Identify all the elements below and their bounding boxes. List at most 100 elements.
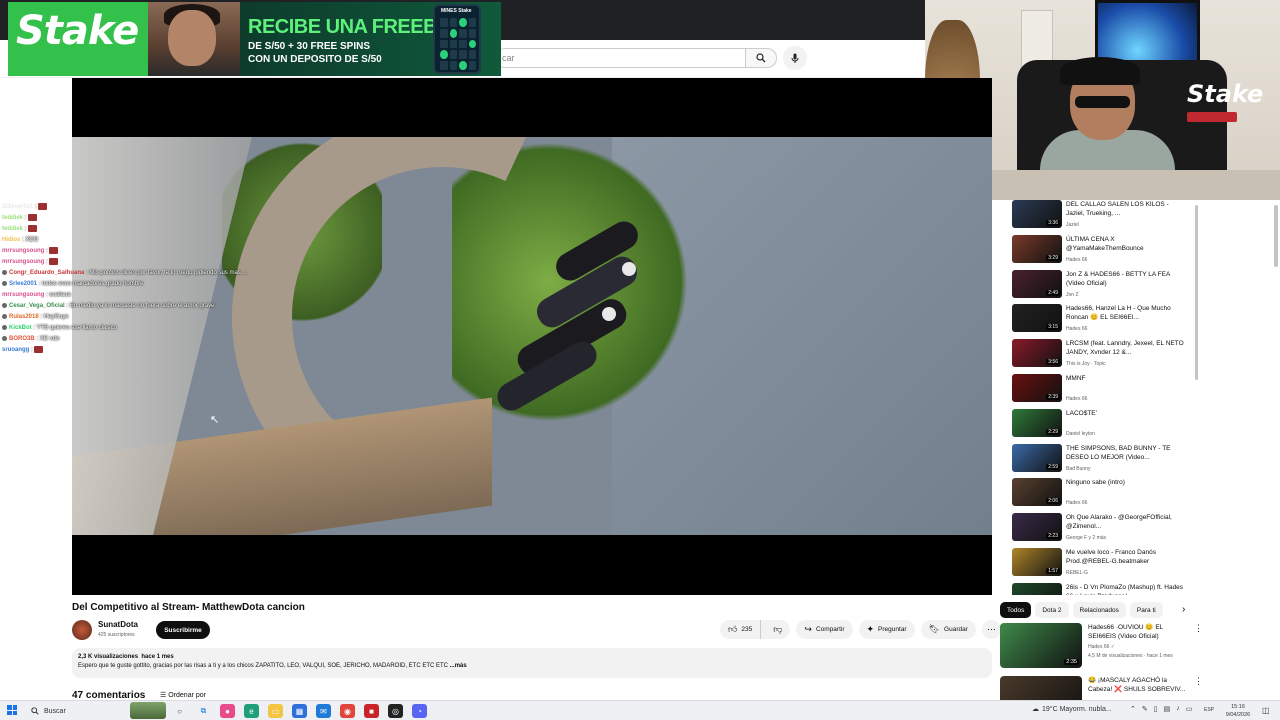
filter-chip[interactable]: Relacionados (1072, 602, 1126, 618)
recommended-channel[interactable]: Daniel leyton (1066, 431, 1095, 437)
chevron-up-icon[interactable]: ⌃ (1130, 705, 1136, 713)
recommended-video[interactable]: 2:29 LACO$TE' Daniel leyton (1012, 408, 1197, 441)
recommended-title[interactable]: MMNF (1066, 374, 1184, 383)
recommended-video[interactable]: 1:57 Me vuelve loco - Franco Danós Prod.@… (1012, 548, 1197, 580)
clock[interactable]: 15:16 9/04/2026 (1220, 703, 1256, 719)
language-indicator[interactable]: ESP (1204, 707, 1214, 713)
widgets-button[interactable] (130, 702, 166, 719)
video-thumbnail[interactable]: 2:59 (1012, 443, 1062, 472)
recommended-title[interactable]: ÚLTIMA CENA X @YamaMakeThemBounce (1066, 235, 1184, 253)
show-more-link[interactable]: ...más (450, 663, 467, 669)
recommended-video[interactable]: 3:56 LRCSM (feat. Lanndry, Jexeel, EL NET… (1012, 339, 1197, 371)
chevron-right-icon[interactable]: › (1182, 604, 1185, 615)
recommended-channel[interactable]: Bad Bunny (1066, 466, 1090, 472)
recommended-video[interactable]: 2:35 Hades66 ·OUVIOU 😊 EL SEI66EIS (Video… (1000, 623, 1203, 668)
recommended-title[interactable]: Jon Z & HADES66 - BETTY LA FEA (Video Of… (1066, 270, 1184, 288)
recommended-video[interactable]: 3:29 ÚLTIMA CENA X @YamaMakeThemBounce Had… (1012, 234, 1197, 267)
recommended-video[interactable]: 3:15 Hades66, Hanzel La H - Que Mucho Ron… (1012, 304, 1197, 336)
video-thumbnail[interactable]: 3:15 (1012, 304, 1062, 333)
video-thumbnail[interactable]: 3:29 (1012, 234, 1062, 263)
recommended-channel[interactable]: Hades 66 (1066, 257, 1087, 263)
volume-icon[interactable]: ♪ (1176, 705, 1180, 713)
recommended-video[interactable]: 2:39 MMNF Hades 66 (1012, 374, 1197, 406)
ask-button[interactable]: ✦ Preguntar (858, 620, 915, 639)
avatar[interactable] (72, 620, 92, 640)
video-thumbnail[interactable] (1012, 582, 1062, 595)
filter-chip[interactable]: Todos (1000, 602, 1032, 618)
recommended-channel[interactable]: Jon Z (1066, 292, 1079, 298)
search-input[interactable]: car (495, 48, 745, 68)
video-thumbnail[interactable]: 2:35 (1000, 623, 1082, 668)
recommended-video[interactable]: 26is - D Vn PlomaZo (Mashup) ft. Hades 6… (1012, 582, 1197, 595)
video-thumbnail[interactable]: 2:49 (1012, 269, 1062, 298)
task-view-icon[interactable]: ○ (172, 704, 187, 718)
recommended-channel[interactable]: Jaziel (1066, 222, 1079, 228)
save-button[interactable]: 🔖︎ Guardar (920, 620, 976, 639)
recommended-title[interactable]: LRCSM (feat. Lanndry, Jexeel, EL NETO JA… (1066, 339, 1184, 357)
video-thumbnail[interactable]: 2:06 (1012, 478, 1062, 507)
recorder-icon[interactable]: ■ (364, 704, 379, 718)
video-thumbnail[interactable]: 1:57 (1012, 548, 1062, 576)
task-switch-icon[interactable]: ⧉ (196, 704, 211, 718)
recommended-video[interactable]: 2:49 Jon Z & HADES66 - BETTY LA FEA (Vide… (1012, 269, 1197, 302)
video-thumbnail[interactable]: 2:29 (1012, 408, 1062, 437)
device-icon[interactable]: ▯ (1154, 705, 1158, 713)
share-button[interactable]: ↪ Compartir (796, 620, 853, 639)
recommended-channel[interactable]: Hades 66 ✓ (1088, 643, 1115, 652)
search-button[interactable] (745, 48, 777, 68)
recommended-title[interactable]: Hades66 ·OUVIOU 😊 EL SEI66EIS (Video Ofi… (1088, 623, 1188, 641)
recommended-video[interactable]: 2:23 Oh Que Alarako - @GeorgeFOfficial, @… (1012, 513, 1197, 545)
recommended-title[interactable]: 😂 ¡MASCALY AGACHÓ la Cabeza! ❌ SHULS SOB… (1088, 676, 1188, 694)
filter-chip[interactable]: Dota 2 (1035, 602, 1069, 618)
network-icon[interactable]: ▤ (1164, 705, 1171, 713)
recommended-channel[interactable]: George F y 2 más (1066, 535, 1106, 541)
like-button[interactable]: 👍︎ 235 (720, 620, 762, 639)
video-thumbnail[interactable]: 2:39 (1012, 374, 1062, 402)
recommended-channel[interactable]: Hades 66 (1066, 326, 1087, 332)
video-description[interactable]: 2,3 K visualizaciones hace 1 mes Espero … (72, 648, 992, 678)
mail-icon[interactable]: ✉ (316, 704, 331, 718)
recommended-channel[interactable]: This is Joy · Topic (1066, 361, 1106, 367)
recommended-video[interactable]: 2:06 Ninguno sabe (intro) Hades 66 (1012, 478, 1197, 510)
recommended-video[interactable]: 3:36 DEL CALLAO SALEN LOS KILOS - Jaziel,… (1012, 200, 1197, 232)
copilot-icon[interactable]: ● (220, 704, 235, 718)
ad-banner[interactable]: Stake RECIBE UNA FREEBET DE S/50 + 30 FR… (8, 2, 501, 76)
recommended-title[interactable]: Oh Que Alarako - @GeorgeFOfficial, @Zime… (1066, 513, 1184, 531)
recommended-title[interactable]: DEL CALLAO SALEN LOS KILOS - Jaziel, Tru… (1066, 200, 1184, 218)
more-actions-button[interactable]: ⋯ (981, 620, 1001, 639)
dislike-button[interactable]: 👎︎ (765, 620, 790, 639)
video-thumbnail[interactable]: 2:23 (1012, 513, 1062, 542)
recommended-channel[interactable]: Hades 66 (1066, 396, 1087, 402)
channel-name[interactable]: SunatDota (98, 620, 138, 629)
notification-icon[interactable]: ◫ (1262, 706, 1270, 715)
battery-icon[interactable]: ▭ (1186, 705, 1193, 713)
sort-button[interactable]: ☰ Ordenar por (160, 691, 206, 699)
kebab-menu-icon[interactable]: ⋮ (1194, 623, 1203, 634)
recommended-channel[interactable]: REBEL-G (1066, 570, 1088, 576)
recommended-title[interactable]: Hades66, Hanzel La H - Que Mucho Roncan … (1066, 304, 1184, 322)
discord-icon[interactable]: ◔ (412, 704, 427, 718)
voice-search-button[interactable] (783, 46, 807, 70)
recommended-video[interactable]: 2:59 THE SIMPSONS, BAD BUNNY - TE DESEO L… (1012, 443, 1197, 476)
pen-icon[interactable]: ✎ (1142, 705, 1148, 713)
recommended-title[interactable]: 26is - D Vn PlomaZo (Mashup) ft. Hades 6… (1066, 583, 1184, 595)
recommended-title[interactable]: Me vuelve loco - Franco Danós Prod.@REBE… (1066, 548, 1184, 566)
recommended-title[interactable]: LACO$TE' (1066, 409, 1184, 418)
store-icon[interactable]: ▦ (292, 704, 307, 718)
folder-icon[interactable]: ▭ (268, 704, 283, 718)
page-scrollbar[interactable] (1274, 205, 1278, 267)
recommended-title[interactable]: THE SIMPSONS, BAD BUNNY - TE DESEO LO ME… (1066, 444, 1184, 462)
taskbar-search[interactable]: Buscar (28, 704, 128, 718)
sidebar-scrollbar[interactable] (1195, 205, 1198, 380)
video-thumbnail[interactable]: 3:36 (1012, 200, 1062, 228)
windows-start-icon[interactable] (7, 705, 17, 715)
chrome-icon[interactable]: ◉ (340, 704, 355, 718)
obs-icon[interactable]: ◎ (388, 704, 403, 718)
kebab-menu-icon[interactable]: ⋮ (1194, 676, 1203, 687)
edge-icon[interactable]: e (244, 704, 259, 718)
video-thumbnail[interactable]: 3:56 (1012, 339, 1062, 368)
subscribe-button[interactable]: Suscribirme (156, 621, 210, 639)
recommended-channel[interactable]: Hades 66 (1066, 500, 1087, 506)
filter-chip[interactable]: Para ti (1129, 602, 1163, 618)
recommended-title[interactable]: Ninguno sabe (intro) (1066, 478, 1184, 487)
